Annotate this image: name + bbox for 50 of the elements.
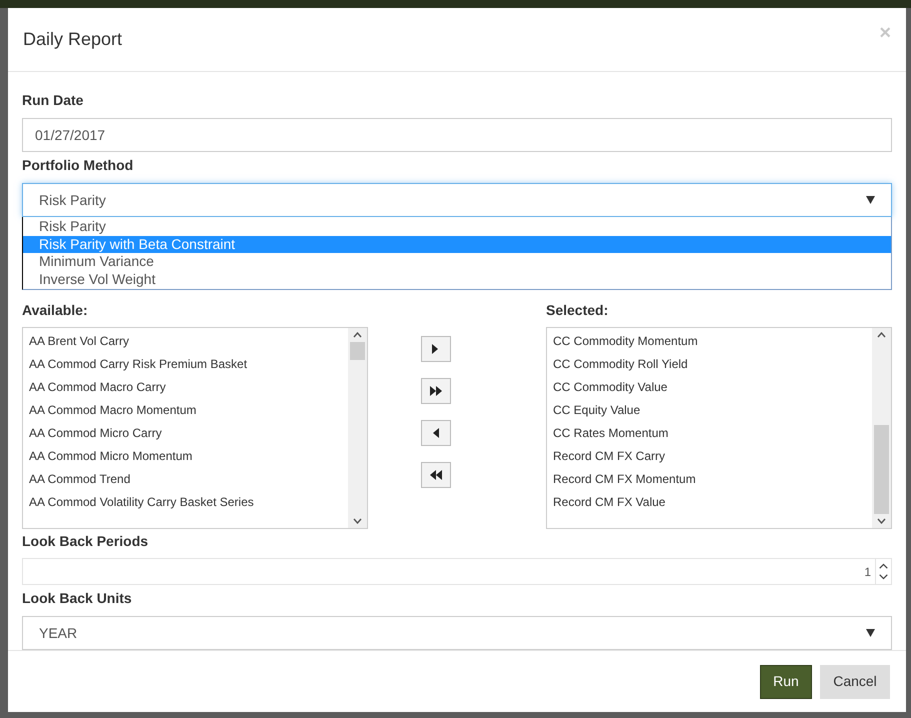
- list-item[interactable]: AA Brent Vol Carry: [29, 330, 348, 354]
- scrollbar-thumb[interactable]: [874, 424, 889, 514]
- field-label: Portfolio Method: [22, 156, 134, 176]
- dropdown-option[interactable]: Minimum Variance: [23, 253, 891, 271]
- list-item[interactable]: Record CM FX Carry: [553, 445, 872, 468]
- list-item[interactable]: AA Commod Trend: [29, 468, 348, 492]
- date-field[interactable]: 01/27/2017: [22, 118, 892, 152]
- double-triangle-left-icon: [429, 468, 443, 482]
- list-label: Selected:: [546, 301, 610, 320]
- list-item[interactable]: AA Commod Macro Momentum: [29, 399, 348, 422]
- field-label: Look Back Periods: [22, 532, 150, 552]
- list-item[interactable]: CC Equity Value: [553, 399, 872, 422]
- select-field[interactable]: Risk Parity: [22, 183, 892, 218]
- cancel-button[interactable]: Cancel: [820, 664, 890, 699]
- list-item[interactable]: Record CM FX Momentum: [553, 468, 872, 492]
- scrollbar[interactable]: [348, 328, 367, 528]
- run-button[interactable]: Run: [760, 664, 812, 699]
- field-label: Look Back Units: [22, 589, 133, 608]
- move-all-left-button[interactable]: [421, 462, 451, 488]
- list-item[interactable]: Record CM FX Value: [553, 491, 872, 514]
- caret-down-icon: [866, 196, 875, 204]
- select-field[interactable]: YEAR: [22, 616, 892, 650]
- dialog-title: Daily Report: [23, 28, 122, 52]
- move-all-right-button[interactable]: [421, 378, 451, 404]
- list-item[interactable]: CC Commodity Momentum: [553, 330, 872, 354]
- list-item[interactable]: AA Commod Micro Momentum: [29, 445, 348, 468]
- chevron-down-icon[interactable]: [877, 518, 886, 524]
- list-item[interactable]: CC Rates Momentum: [553, 422, 872, 446]
- list-item[interactable]: AA Commod Carry Risk Premium Basket: [29, 353, 348, 376]
- list-box[interactable]: [22, 327, 368, 530]
- list-item[interactable]: AA Commod Macro Carry: [29, 376, 348, 400]
- move-right-button[interactable]: [421, 336, 451, 362]
- number-field[interactable]: 1: [22, 558, 892, 586]
- double-triangle-right-icon: [429, 384, 443, 398]
- list-item[interactable]: CC Commodity Value: [553, 376, 872, 400]
- list-item[interactable]: AA Commod Micro Carry: [29, 422, 348, 446]
- list-item[interactable]: CC Commodity Roll Yield: [553, 353, 872, 376]
- list-item[interactable]: AA Commod Volatility Carry Basket Series: [29, 491, 348, 514]
- move-left-button[interactable]: [421, 420, 451, 446]
- scrollbar[interactable]: [872, 328, 891, 528]
- list-label: Available:: [22, 301, 89, 320]
- scrollbar-thumb[interactable]: [350, 342, 365, 360]
- dropdown-option[interactable]: Inverse Vol Weight: [23, 270, 891, 288]
- dropdown-option[interactable]: Risk Parity: [23, 218, 891, 236]
- caret-down-icon: [866, 629, 875, 638]
- field-label: Run Date: [22, 91, 84, 110]
- chevron-down-icon[interactable]: [353, 518, 362, 524]
- chevron-up-icon[interactable]: [877, 332, 886, 338]
- chevron-up-icon[interactable]: [353, 332, 362, 338]
- list-box[interactable]: CC Commodity Momentum CC Commodity Roll Yield CC Commodity Value CC Equity Value CC Rates Momentum Record CM FX Carry Record CM FX Momentum Record CM FX Value: [546, 327, 892, 530]
